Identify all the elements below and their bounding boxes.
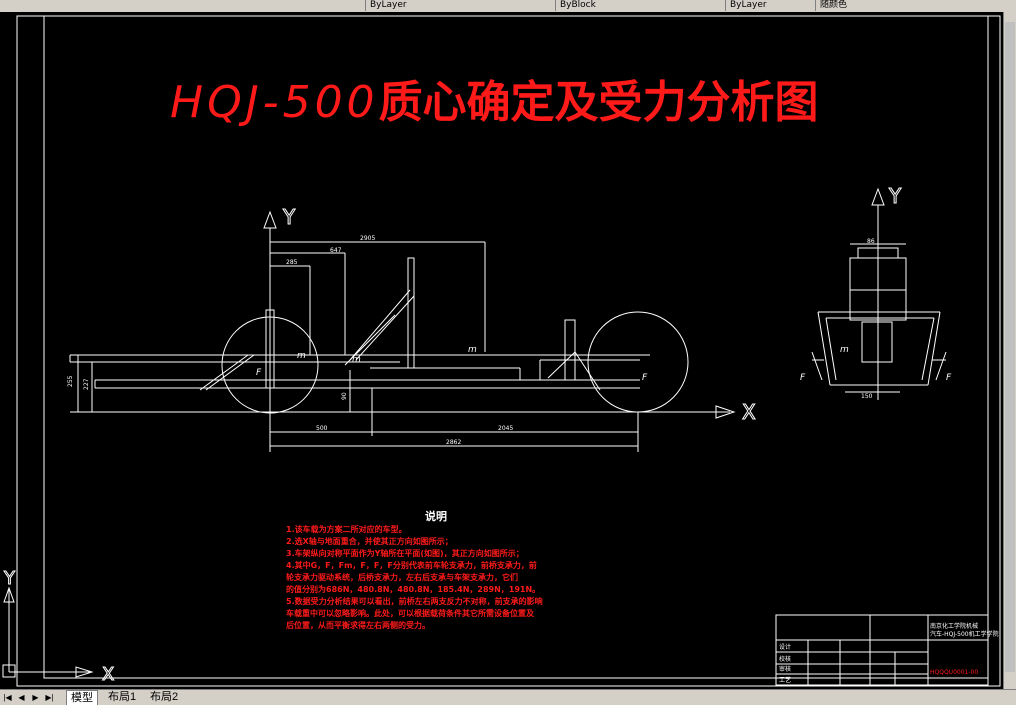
force-label-3: F: [800, 373, 806, 383]
dim-text-11: 150: [861, 393, 873, 400]
dim-text-7: 255: [67, 375, 74, 387]
dim-text-5: 2045: [498, 425, 513, 432]
tb-row-0: 设计: [779, 643, 791, 651]
mass-label-3: m: [468, 345, 477, 355]
note-line-5: 轮支承力驱动系统，后桥支承力，左右后支承与车架支承力，它们: [286, 572, 518, 582]
tb-project: 汽车-HQJ-500机工学学院: [930, 630, 999, 638]
notes-heading: 说明: [425, 509, 447, 523]
note-line-9: 后位置，从而平衡求得左右两侧的受力。: [286, 620, 430, 630]
scrollbar-thumb[interactable]: [1005, 22, 1015, 672]
vertical-scrollbar[interactable]: [1003, 12, 1016, 690]
dim-text-10: 86: [867, 238, 875, 245]
prev-tab-icon[interactable]: ◀: [16, 692, 27, 703]
tb-row-1: 校核: [779, 655, 791, 663]
side-y-label: Y: [888, 184, 902, 208]
force-label-1: F: [256, 368, 262, 378]
tab-layout2[interactable]: 布局2: [146, 690, 182, 704]
note-line-7: 5.数据受力分析结果可以看出，前桥左右两支反力不对称，前支承的影响: [286, 596, 543, 606]
dim-text-1: 2905: [360, 235, 375, 242]
layout-tab-bar: |◀ ◀ ▶ ▶| 模型 布局1 布局2: [0, 689, 1016, 705]
first-tab-icon[interactable]: |◀: [2, 692, 13, 703]
note-line-4: 4.其中G，F，Fm，F，F，F分别代表前车轮支承力，前桥支承力，前: [286, 560, 537, 570]
tb-row-2: 审核: [779, 665, 791, 673]
mass-label-4: m: [840, 345, 849, 355]
y-axis-label: Y: [282, 205, 296, 229]
ucs-y-label: Y: [3, 568, 16, 589]
tab-layout1[interactable]: 布局1: [104, 690, 140, 704]
ucs-x-label: X: [102, 664, 114, 685]
tab-model[interactable]: 模型: [66, 690, 98, 705]
note-line-8: 车载重中可以忽略影响。此处，可以根据载荷条件其它所需设备位置及: [286, 608, 535, 618]
x-axis-label: X: [742, 400, 756, 424]
dim-text-4: 500: [316, 425, 328, 432]
note-line-2: 2.选X轴与地面重合，并使其正方向如图所示；: [286, 536, 453, 547]
note-line-1: 1.该车载为方案二所对应的车型。: [286, 524, 407, 534]
next-tab-icon[interactable]: ▶: [30, 692, 41, 703]
dim-text-6: 2862: [446, 439, 461, 446]
dim-text-3: 285: [286, 259, 298, 266]
rear-wheel: [587, 311, 689, 413]
side-y-arrow: [871, 187, 885, 206]
mass-label-1: m: [297, 351, 306, 361]
tb-code: HQQQU0001-00: [930, 669, 978, 676]
note-line-3: 3.车架纵向对称平面作为Y轴所在平面(如图)，其正方向如图所示；: [286, 548, 524, 559]
mass-label-2: m: [352, 355, 361, 365]
force-label-2: F: [642, 373, 648, 383]
tb-company: 南京化工学院机械: [930, 622, 978, 630]
force-label-4: F: [946, 373, 952, 383]
y-axis-arrow: [263, 210, 277, 229]
dim-text-2: 647: [330, 247, 342, 254]
dim-text-9: 90: [341, 392, 348, 400]
dim-text-8: 227: [83, 378, 90, 390]
last-tab-icon[interactable]: ▶|: [44, 692, 55, 703]
cad-drawing: 2905 647 285 500 2045 2862 255 227 90 86…: [2, 15, 1001, 687]
tb-row-3: 工艺: [779, 676, 791, 684]
note-line-6: 的值分别为686N，480.8N，480.8N，185.4N，289N，191N…: [286, 584, 540, 594]
